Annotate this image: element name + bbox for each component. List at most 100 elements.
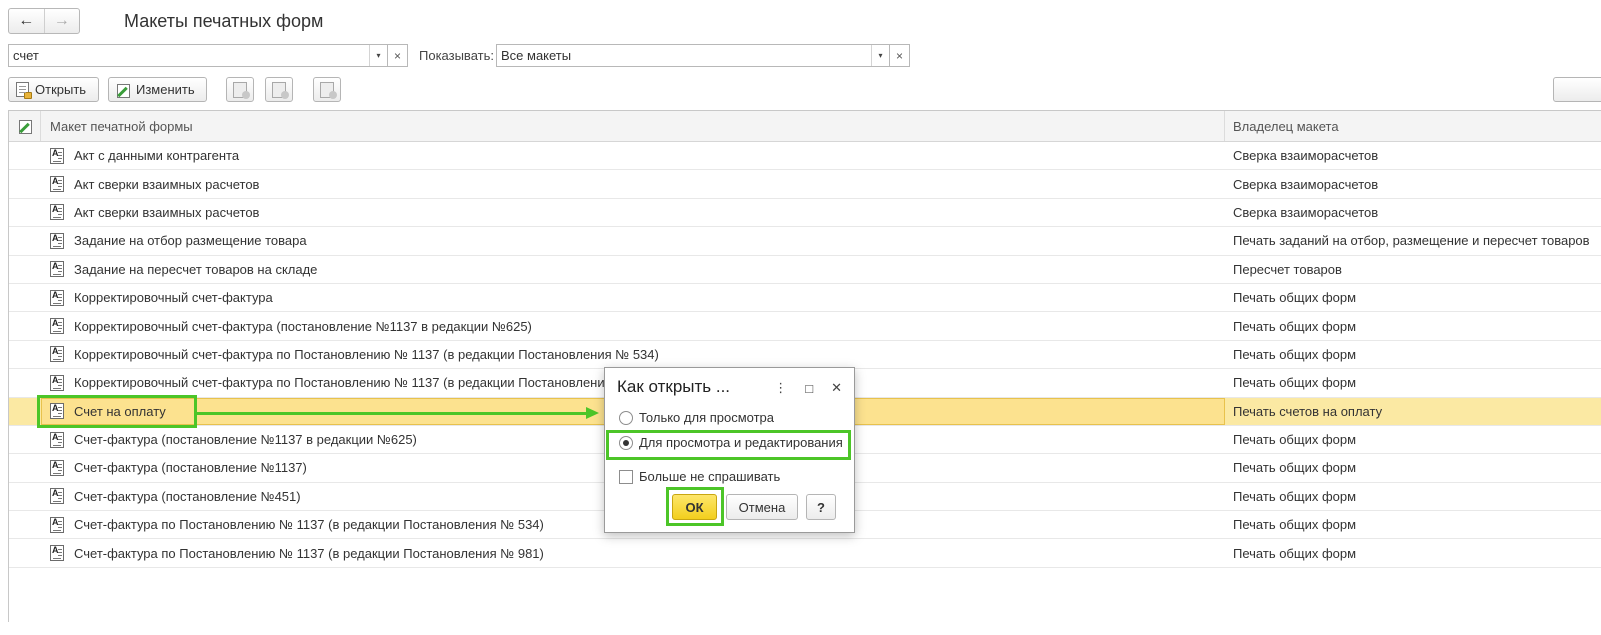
dont-ask-label: Больше не спрашивать <box>639 469 781 484</box>
template-document-icon <box>50 261 64 278</box>
template-document-icon <box>50 459 64 476</box>
row-marker-cell <box>9 312 41 339</box>
template-document-icon <box>50 318 64 335</box>
owner-cell[interactable]: Печать общих форм <box>1225 511 1601 538</box>
close-icon[interactable]: ✕ <box>831 380 842 396</box>
template-name-cell[interactable]: Счет-фактура по Постановлению № 1137 (в … <box>41 539 1225 566</box>
option-view-only[interactable]: Только для просмотра <box>619 410 774 425</box>
load-template-button[interactable] <box>226 77 254 102</box>
owner-cell[interactable]: Печать общих форм <box>1225 454 1601 481</box>
table-row[interactable]: Корректировочный счет-фактура по Постано… <box>9 340 1601 370</box>
radio-view-only[interactable] <box>619 410 633 425</box>
navigation-buttons: ← → <box>8 8 80 34</box>
dont-ask-checkbox-row[interactable]: Больше не спрашивать <box>619 469 780 484</box>
option-view-only-label: Только для просмотра <box>639 410 775 425</box>
edit-button[interactable]: Изменить <box>108 77 207 102</box>
owner-cell[interactable]: Печать счетов на оплату <box>1225 398 1601 425</box>
table-row[interactable]: Задание на отбор размещение товара Печать… <box>9 227 1601 256</box>
owner-cell[interactable]: Печать общих форм <box>1225 341 1601 368</box>
row-marker-cell <box>9 483 41 510</box>
owner-cell[interactable]: Печать общих форм <box>1225 539 1601 566</box>
open-button[interactable]: Открыть <box>8 77 99 102</box>
template-name: Счет-фактура (постановление №1137) <box>74 460 307 476</box>
show-filter-dropdown-icon[interactable]: ▾ <box>871 45 889 66</box>
maximize-icon[interactable]: □ <box>805 381 813 396</box>
template-name-cell[interactable]: Корректировочный счет-фактура по Постано… <box>41 341 1225 368</box>
load-template-icon <box>233 81 250 99</box>
dont-ask-checkbox[interactable] <box>619 469 633 484</box>
annotation-arrow-line <box>196 412 588 415</box>
template-document-icon <box>50 204 64 221</box>
open-doc-icon <box>16 82 32 99</box>
owner-cell[interactable]: Печать общих форм <box>1225 312 1601 339</box>
help-button[interactable]: ? <box>806 494 836 520</box>
edit-column-header <box>9 111 41 141</box>
dialog-window-controls: ⋮ □ ✕ <box>774 380 842 396</box>
owner-cell[interactable]: Сверка взаиморасчетов <box>1225 142 1601 169</box>
template-name: Акт сверки взаимных расчетов <box>74 176 260 192</box>
template-name: Акт сверки взаимных расчетов <box>74 204 260 220</box>
table-row[interactable]: Акт сверки взаимных расчетов Сверка взаим… <box>9 170 1601 199</box>
template-name-cell[interactable]: Акт с данными контрагента <box>41 142 1225 169</box>
template-column-header[interactable]: Макет печатной формы <box>41 111 1225 141</box>
save-template-button[interactable] <box>265 77 293 102</box>
template-name: Счет-фактура (постановление №1137 в реда… <box>74 432 417 448</box>
forward-arrow-icon[interactable]: → <box>43 9 80 33</box>
owner-cell[interactable]: Печать общих форм <box>1225 369 1601 396</box>
table-row[interactable]: Счет-фактура по Постановлению № 1137 (в … <box>9 539 1601 568</box>
page-title: Макеты печатных форм <box>124 11 324 31</box>
template-name-cell[interactable]: Корректировочный счет-фактура (постановл… <box>41 312 1225 339</box>
template-name-cell[interactable]: Задание на отбор размещение товара <box>41 227 1225 254</box>
template-name-cell[interactable]: Акт сверки взаимных расчетов <box>41 170 1225 197</box>
table-row[interactable]: Акт с данными контрагента Сверка взаимора… <box>9 142 1601 171</box>
how-to-open-dialog: Как открыть ... ⋮ □ ✕ Только для просмот… <box>604 367 855 533</box>
show-filter-clear-icon[interactable]: × <box>890 44 910 67</box>
dialog-title: Как открыть ... <box>617 377 731 396</box>
delete-template-button[interactable] <box>313 77 341 102</box>
owner-cell[interactable]: Сверка взаиморасчетов <box>1225 199 1601 226</box>
owner-cell[interactable]: Сверка взаиморасчетов <box>1225 170 1601 197</box>
owner-cell[interactable]: Пересчет товаров <box>1225 256 1601 283</box>
open-button-label: Открыть <box>35 82 87 97</box>
edit-pencil-icon <box>116 83 130 98</box>
row-marker-cell <box>9 539 41 566</box>
annotation-arrow-head <box>586 407 599 419</box>
owner-column-header[interactable]: Владелец макета <box>1225 111 1601 141</box>
row-marker-cell <box>9 284 41 311</box>
cancel-button[interactable]: Отмена <box>726 494 798 520</box>
row-marker-cell <box>9 341 41 368</box>
more-button[interactable] <box>1553 77 1601 102</box>
edit-button-label: Изменить <box>136 82 195 97</box>
search-clear-icon[interactable]: × <box>388 44 408 67</box>
back-arrow-icon[interactable]: ← <box>9 9 44 33</box>
template-document-icon <box>50 176 64 193</box>
row-marker-cell <box>9 511 41 538</box>
table-row[interactable]: Задание на пересчет товаров на складе Пер… <box>9 255 1601 284</box>
highlight-view-edit-option <box>606 430 851 460</box>
table-row[interactable]: Корректировочный счет-фактура Печать общи… <box>9 283 1601 313</box>
template-name: Корректировочный счет-фактура (постановл… <box>74 318 532 334</box>
search-input[interactable] <box>9 45 369 66</box>
search-dropdown-icon[interactable]: ▾ <box>369 45 387 66</box>
row-marker-cell <box>9 426 41 453</box>
template-document-icon <box>50 289 64 306</box>
delete-template-icon <box>320 81 337 99</box>
template-name: Акт с данными контрагента <box>74 148 240 164</box>
table-row[interactable]: Акт сверки взаимных расчетов Сверка взаим… <box>9 198 1601 228</box>
template-name-cell[interactable]: Акт сверки взаимных расчетов <box>41 199 1225 226</box>
owner-cell[interactable]: Печать общих форм <box>1225 284 1601 311</box>
table-row[interactable]: Корректировочный счет-фактура (постановл… <box>9 312 1601 341</box>
owner-cell[interactable]: Печать общих форм <box>1225 426 1601 453</box>
template-name-cell[interactable]: Корректировочный счет-фактура <box>41 284 1225 311</box>
template-name: Счет-фактура по Постановлению № 1137 (в … <box>74 545 544 561</box>
template-document-icon <box>50 147 64 164</box>
template-document-icon <box>50 374 64 391</box>
template-name: Корректировочный счет-фактура <box>74 290 273 306</box>
template-name-cell[interactable]: Задание на пересчет товаров на складе <box>41 256 1225 283</box>
owner-cell[interactable]: Печать общих форм <box>1225 483 1601 510</box>
more-menu-icon[interactable]: ⋮ <box>774 380 787 396</box>
template-document-icon <box>50 431 64 448</box>
show-filter-input[interactable] <box>497 45 871 66</box>
owner-cell[interactable]: Печать заданий на отбор, размещение и пе… <box>1225 227 1601 254</box>
highlight-selected-template <box>37 395 197 428</box>
